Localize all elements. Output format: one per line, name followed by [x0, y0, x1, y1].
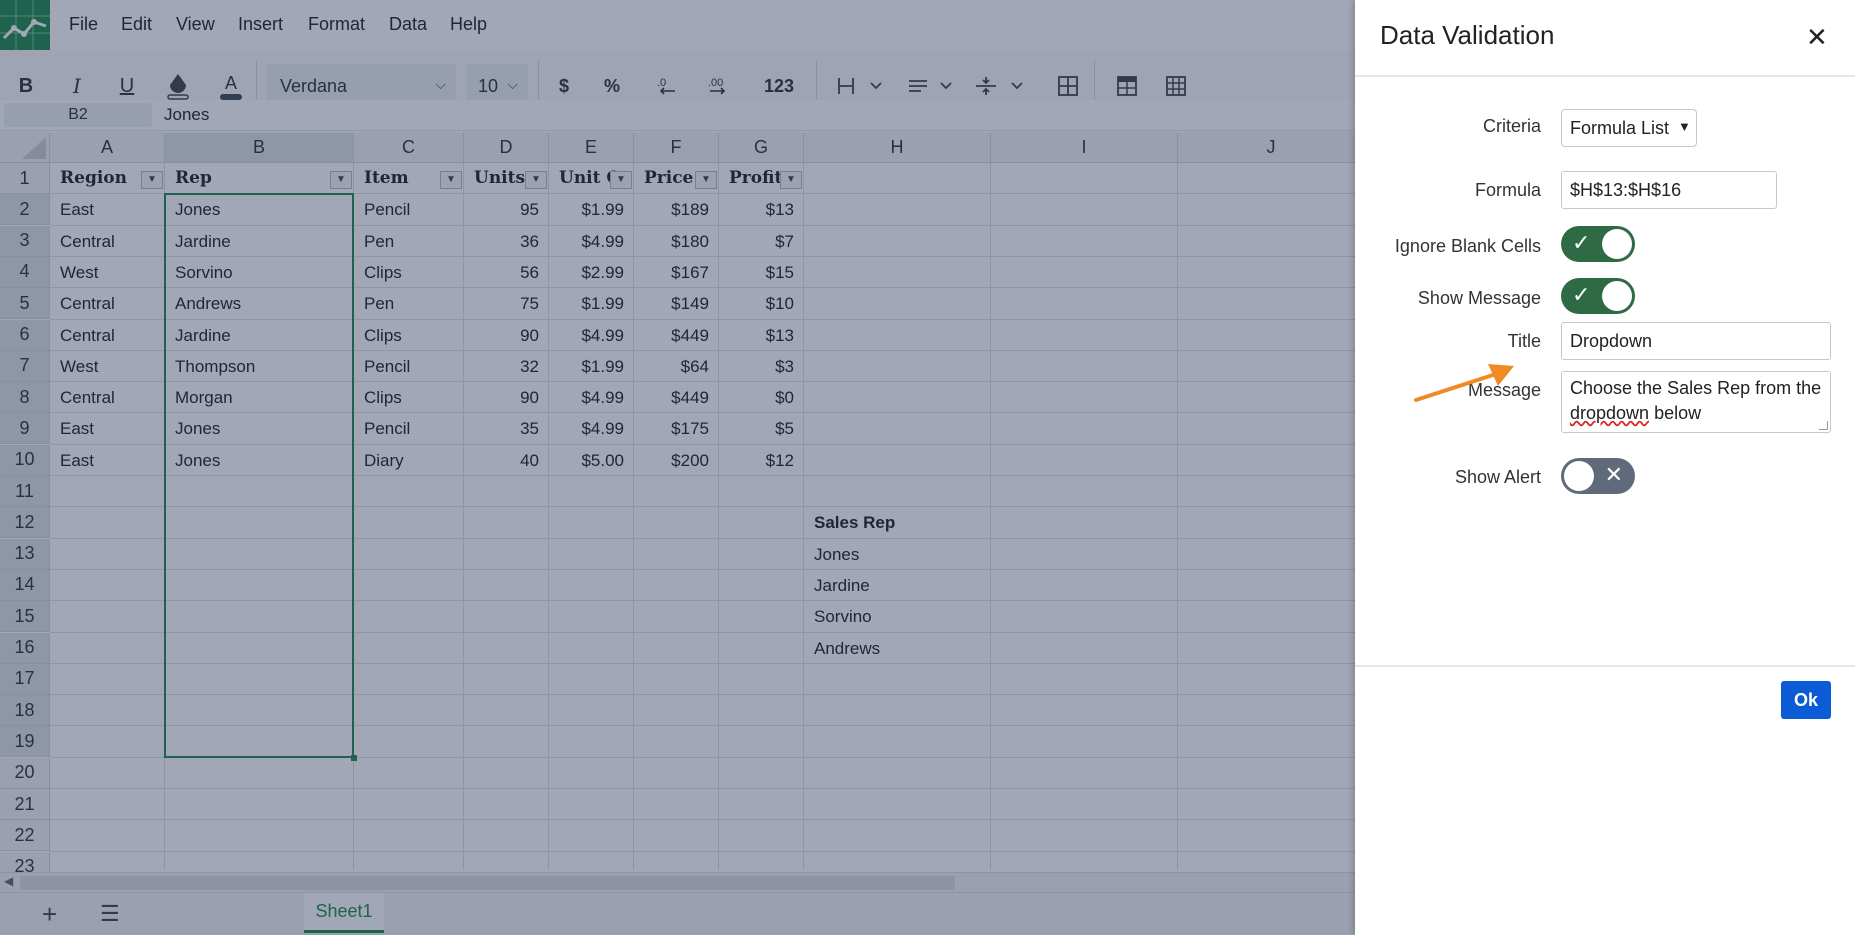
modal-overlay[interactable] — [0, 0, 1355, 935]
data-validation-dialog: Data Validation ✕ Criteria Formula List … — [1355, 0, 1855, 935]
check-icon: ✓ — [1572, 230, 1591, 255]
show-message-label: Show Message — [1417, 288, 1541, 308]
annotation-arrow-icon — [1414, 364, 1514, 402]
dropdown-arrow-icon: ▼ — [1678, 119, 1691, 134]
message-field[interactable]: Choose the Sales Rep from the dropdown b… — [1561, 371, 1831, 433]
toggle-knob — [1602, 281, 1632, 311]
toggle-knob — [1602, 229, 1632, 259]
spreadsheet-app: File Edit View Insert Format Data Help B… — [0, 0, 1855, 935]
dialog-divider — [1355, 665, 1855, 667]
dialog-divider — [1355, 75, 1855, 77]
toggle-knob — [1564, 461, 1594, 491]
title-label: Title — [1507, 331, 1541, 351]
ignore-blank-label: Ignore Blank Cells — [1394, 236, 1541, 256]
ok-button[interactable]: Ok — [1781, 681, 1831, 719]
show-alert-toggle[interactable]: ✕ — [1561, 458, 1635, 494]
check-icon: ✓ — [1572, 282, 1591, 307]
message-text: Choose the Sales Rep from the — [1570, 378, 1822, 398]
resize-handle-icon[interactable] — [1819, 421, 1828, 430]
show-alert-label: Show Alert — [1454, 467, 1541, 487]
formula-label: Formula — [1474, 180, 1541, 200]
close-icon[interactable]: ✕ — [1806, 22, 1828, 53]
criteria-select[interactable]: Formula List — [1561, 109, 1697, 147]
dialog-title: Data Validation — [1380, 20, 1555, 50]
message-text-end: below — [1649, 403, 1702, 423]
criteria-label: Criteria — [1482, 116, 1541, 136]
ignore-blank-toggle[interactable]: ✓ — [1561, 226, 1635, 262]
show-message-toggle[interactable]: ✓ — [1561, 278, 1635, 314]
x-icon: ✕ — [1604, 462, 1623, 487]
message-text-misspelled: dropdown — [1570, 403, 1650, 423]
formula-field[interactable]: $H$13:$H$16 — [1561, 171, 1777, 209]
title-field[interactable]: Dropdown — [1561, 322, 1831, 360]
